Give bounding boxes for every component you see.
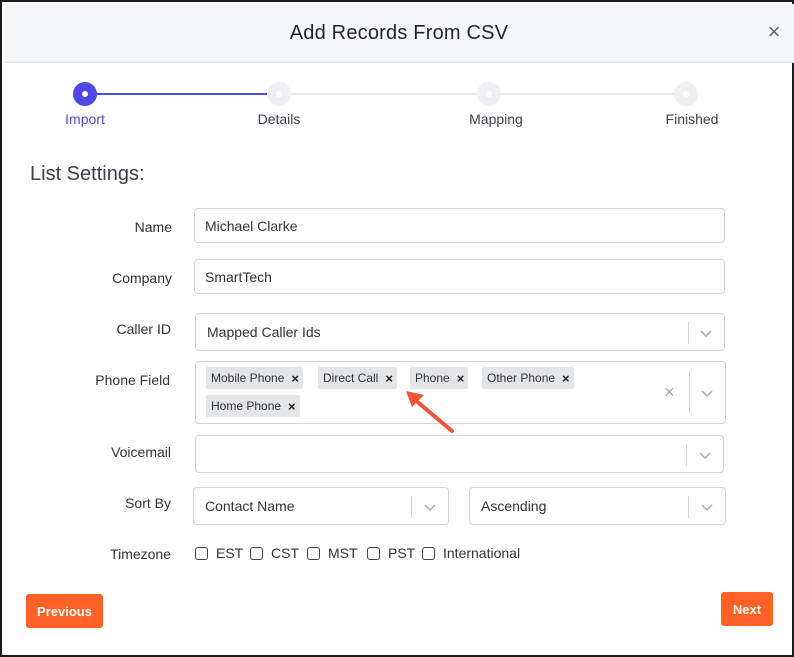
mst-checkbox[interactable]	[307, 546, 320, 560]
sort-field-value: Contact Name	[205, 498, 295, 514]
select-divider	[689, 371, 690, 413]
select-divider	[688, 322, 689, 344]
select-divider	[686, 444, 687, 466]
chip-label: Direct Call	[323, 371, 379, 385]
step-finished-label: Finished	[665, 111, 719, 127]
dialog-title: Add Records From CSV	[289, 22, 509, 44]
est-checkbox[interactable]	[195, 546, 208, 560]
sort-field-select[interactable]: Contact Name	[193, 487, 449, 525]
chip-remove-icon[interactable]: ×	[288, 399, 300, 414]
chip-remove-icon[interactable]: ×	[291, 371, 303, 386]
step-finished-marker[interactable]	[674, 82, 698, 106]
step-details-label: Details	[257, 111, 301, 127]
company-label: Company	[112, 270, 172, 286]
timezone-cst[interactable]: CST	[250, 545, 299, 561]
timezone-label: Timezone	[110, 546, 171, 562]
chip-label: Home Phone	[211, 399, 282, 413]
step-details-marker[interactable]	[267, 82, 291, 106]
next-button[interactable]: Next	[721, 592, 773, 626]
chevron-down-icon[interactable]	[695, 445, 715, 465]
phone-field-label: Phone Field	[95, 372, 170, 388]
select-divider	[688, 496, 689, 518]
international-label: International	[443, 545, 521, 561]
caller-id-select[interactable]: Mapped Caller Ids	[195, 313, 725, 351]
dialog-header: Add Records From CSV ×	[4, 4, 794, 63]
chip-label: Other Phone	[487, 371, 556, 385]
sort-order-value: Ascending	[481, 498, 547, 514]
chip-mobile-phone: Mobile Phone ×	[206, 367, 303, 389]
chip-remove-icon[interactable]: ×	[562, 371, 574, 386]
timezone-est[interactable]: EST	[195, 545, 243, 561]
phone-field-multiselect[interactable]: Mobile Phone × Direct Call × Phone × Oth…	[195, 361, 726, 424]
pst-checkbox[interactable]	[367, 546, 380, 560]
mst-label: MST	[328, 545, 358, 561]
close-icon[interactable]: ×	[764, 21, 784, 43]
pst-label: PST	[388, 545, 416, 561]
caller-id-label: Caller ID	[116, 321, 171, 337]
chip-label: Phone	[415, 371, 450, 385]
timezone-international[interactable]: International	[422, 545, 520, 561]
chevron-down-icon[interactable]	[697, 497, 717, 517]
name-input[interactable]	[194, 208, 725, 243]
company-input[interactable]	[194, 259, 725, 294]
caller-id-value: Mapped Caller Ids	[207, 324, 321, 340]
section-title: List Settings:	[30, 163, 145, 185]
chip-home-phone: Home Phone ×	[206, 395, 300, 417]
voicemail-select[interactable]	[195, 435, 724, 473]
sort-order-select[interactable]: Ascending	[469, 487, 726, 525]
step-import-label: Import	[65, 111, 105, 127]
timezone-pst[interactable]: PST	[367, 545, 415, 561]
sort-by-label: Sort By	[125, 495, 171, 511]
est-label: EST	[216, 545, 244, 561]
name-label: Name	[134, 219, 172, 235]
cst-checkbox[interactable]	[250, 546, 263, 560]
annotation-arrow-icon	[406, 391, 454, 433]
chip-direct-call: Direct Call ×	[318, 367, 397, 389]
chip-other-phone: Other Phone ×	[482, 367, 574, 389]
clear-all-icon[interactable]: ×	[664, 382, 675, 403]
timezone-mst[interactable]: MST	[307, 545, 358, 561]
cst-label: CST	[271, 545, 299, 561]
select-divider	[411, 496, 412, 518]
voicemail-label: Voicemail	[111, 444, 171, 460]
previous-button[interactable]: Previous	[26, 594, 103, 628]
chip-remove-icon[interactable]: ×	[385, 371, 397, 386]
step-import-marker[interactable]	[73, 82, 97, 106]
stepper-progress-line	[95, 93, 267, 95]
step-mapping-marker[interactable]	[477, 82, 501, 106]
chevron-down-icon[interactable]	[697, 383, 717, 403]
international-checkbox[interactable]	[422, 546, 435, 560]
chevron-down-icon[interactable]	[696, 323, 716, 343]
chip-remove-icon[interactable]: ×	[457, 371, 469, 386]
chip-label: Mobile Phone	[211, 371, 285, 385]
chevron-down-icon[interactable]	[420, 497, 440, 517]
step-mapping-label: Mapping	[469, 111, 523, 127]
